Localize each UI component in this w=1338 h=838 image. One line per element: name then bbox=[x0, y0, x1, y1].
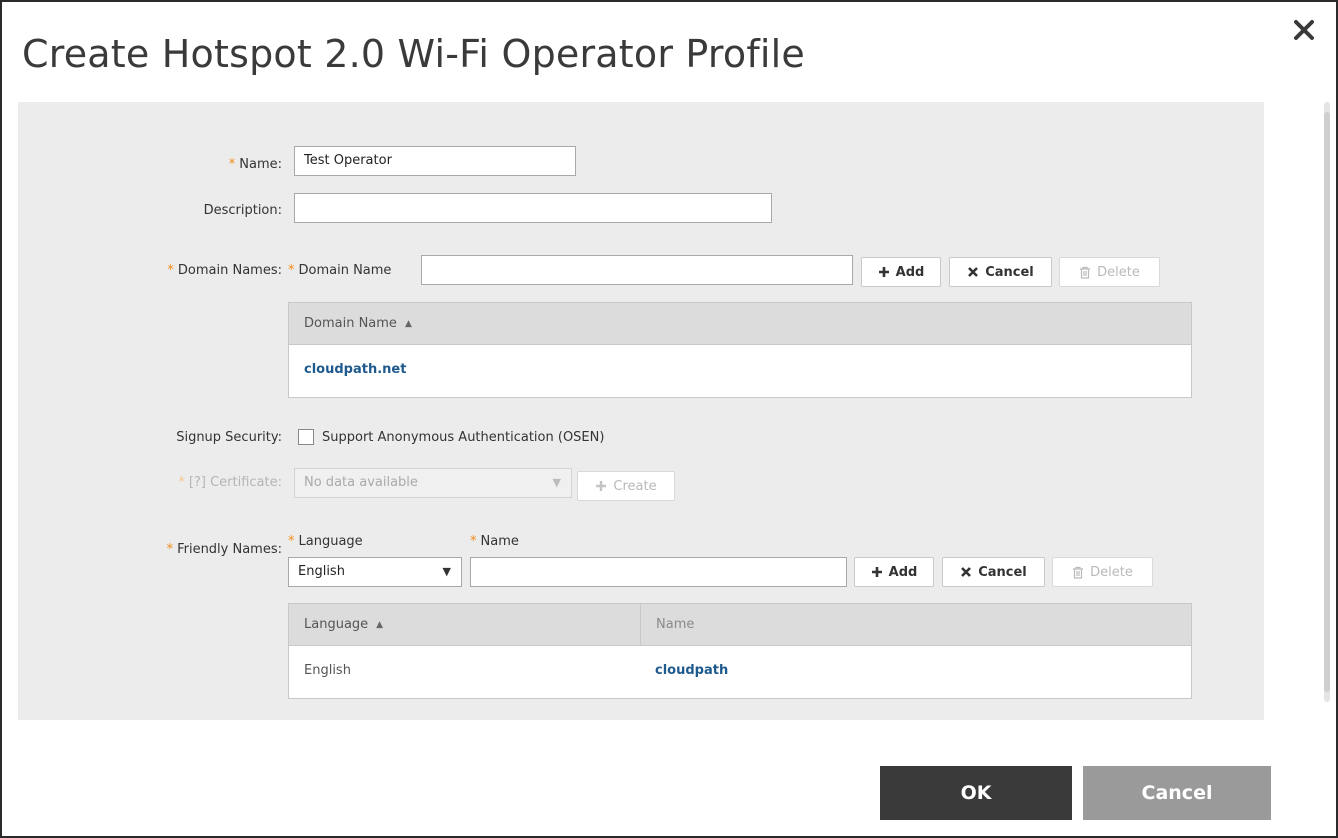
language-select[interactable]: English ▼ bbox=[288, 557, 462, 587]
sort-asc-icon: ▲ bbox=[376, 619, 384, 630]
name-input[interactable]: Test Operator bbox=[294, 146, 576, 176]
required-mark: * bbox=[167, 263, 174, 278]
friendly-name-input[interactable] bbox=[470, 557, 847, 587]
signup-security-label: Signup Security: bbox=[176, 430, 282, 445]
table-header: Domain Name ▲ bbox=[289, 303, 1191, 345]
x-icon bbox=[968, 267, 979, 277]
required-mark: * bbox=[470, 534, 477, 549]
osen-checkbox-label: Support Anonymous Authentication (OSEN) bbox=[322, 430, 605, 445]
domain-name-field-label: * Domain Name bbox=[288, 263, 392, 278]
dropdown-caret-icon: ▼ bbox=[442, 565, 451, 578]
language-cell: English bbox=[304, 662, 351, 678]
plus-icon bbox=[871, 567, 882, 577]
scrollbar-thumb[interactable] bbox=[1324, 112, 1330, 692]
name-label: * Name: bbox=[228, 157, 282, 172]
sort-asc-icon: ▲ bbox=[404, 318, 412, 329]
name-field-label: * Name bbox=[470, 534, 519, 549]
certificate-label: * [?] Certificate: bbox=[178, 475, 282, 490]
cancel-domain-button[interactable]: Cancel bbox=[949, 257, 1052, 287]
plus-icon bbox=[596, 481, 607, 491]
ok-button[interactable]: OK bbox=[880, 766, 1072, 820]
column-header-name[interactable]: Name bbox=[640, 604, 1191, 645]
column-header-domain-name[interactable]: Domain Name ▲ bbox=[289, 303, 1191, 344]
certificate-select: No data available ▼ bbox=[294, 468, 572, 498]
friendly-name-cell[interactable]: cloudpath bbox=[640, 663, 728, 678]
plus-icon bbox=[878, 267, 889, 277]
friendly-names-label: * Friendly Names: bbox=[166, 542, 282, 557]
column-header-language[interactable]: Language ▲ bbox=[289, 604, 640, 645]
close-icon[interactable] bbox=[1290, 16, 1318, 44]
domain-names-table: Domain Name ▲ cloudpath.net bbox=[288, 302, 1192, 398]
description-input[interactable] bbox=[294, 193, 772, 223]
add-friendly-name-button[interactable]: Add bbox=[854, 557, 934, 587]
create-operator-profile-dialog: Create Hotspot 2.0 Wi-Fi Operator Profil… bbox=[0, 0, 1338, 838]
form-panel: * Name: Test Operator Description: * Domai… bbox=[18, 102, 1264, 720]
create-certificate-button: Create bbox=[577, 471, 675, 501]
required-mark: * bbox=[178, 475, 185, 490]
cancel-button[interactable]: Cancel bbox=[1083, 766, 1271, 820]
friendly-names-table: Language ▲ Name English cloudpath bbox=[288, 603, 1192, 699]
scrollbar[interactable] bbox=[1324, 102, 1330, 702]
osen-checkbox[interactable] bbox=[298, 429, 314, 445]
cancel-friendly-name-button[interactable]: Cancel bbox=[942, 557, 1045, 587]
domain-name-cell[interactable]: cloudpath.net bbox=[289, 362, 406, 377]
language-field-label: * Language bbox=[288, 534, 363, 549]
x-icon bbox=[961, 567, 972, 577]
delete-domain-button[interactable]: Delete bbox=[1059, 257, 1160, 287]
table-row[interactable]: cloudpath.net bbox=[289, 345, 1191, 393]
dialog-title: Create Hotspot 2.0 Wi-Fi Operator Profil… bbox=[22, 32, 805, 76]
domain-name-input[interactable] bbox=[421, 255, 853, 285]
required-mark: * bbox=[166, 542, 174, 557]
domain-names-label: * Domain Names: bbox=[167, 263, 282, 278]
table-header: Language ▲ Name bbox=[289, 604, 1191, 646]
required-mark: * bbox=[288, 263, 295, 278]
dropdown-caret-icon: ▼ bbox=[552, 476, 561, 489]
description-label: Description: bbox=[203, 203, 282, 218]
delete-friendly-name-button[interactable]: Delete bbox=[1052, 557, 1153, 587]
required-mark: * bbox=[288, 534, 295, 549]
required-mark: * bbox=[228, 157, 236, 172]
add-domain-button[interactable]: Add bbox=[861, 257, 941, 287]
trash-icon bbox=[1080, 266, 1091, 279]
table-row[interactable]: English cloudpath bbox=[289, 646, 1191, 694]
trash-icon bbox=[1073, 566, 1084, 579]
